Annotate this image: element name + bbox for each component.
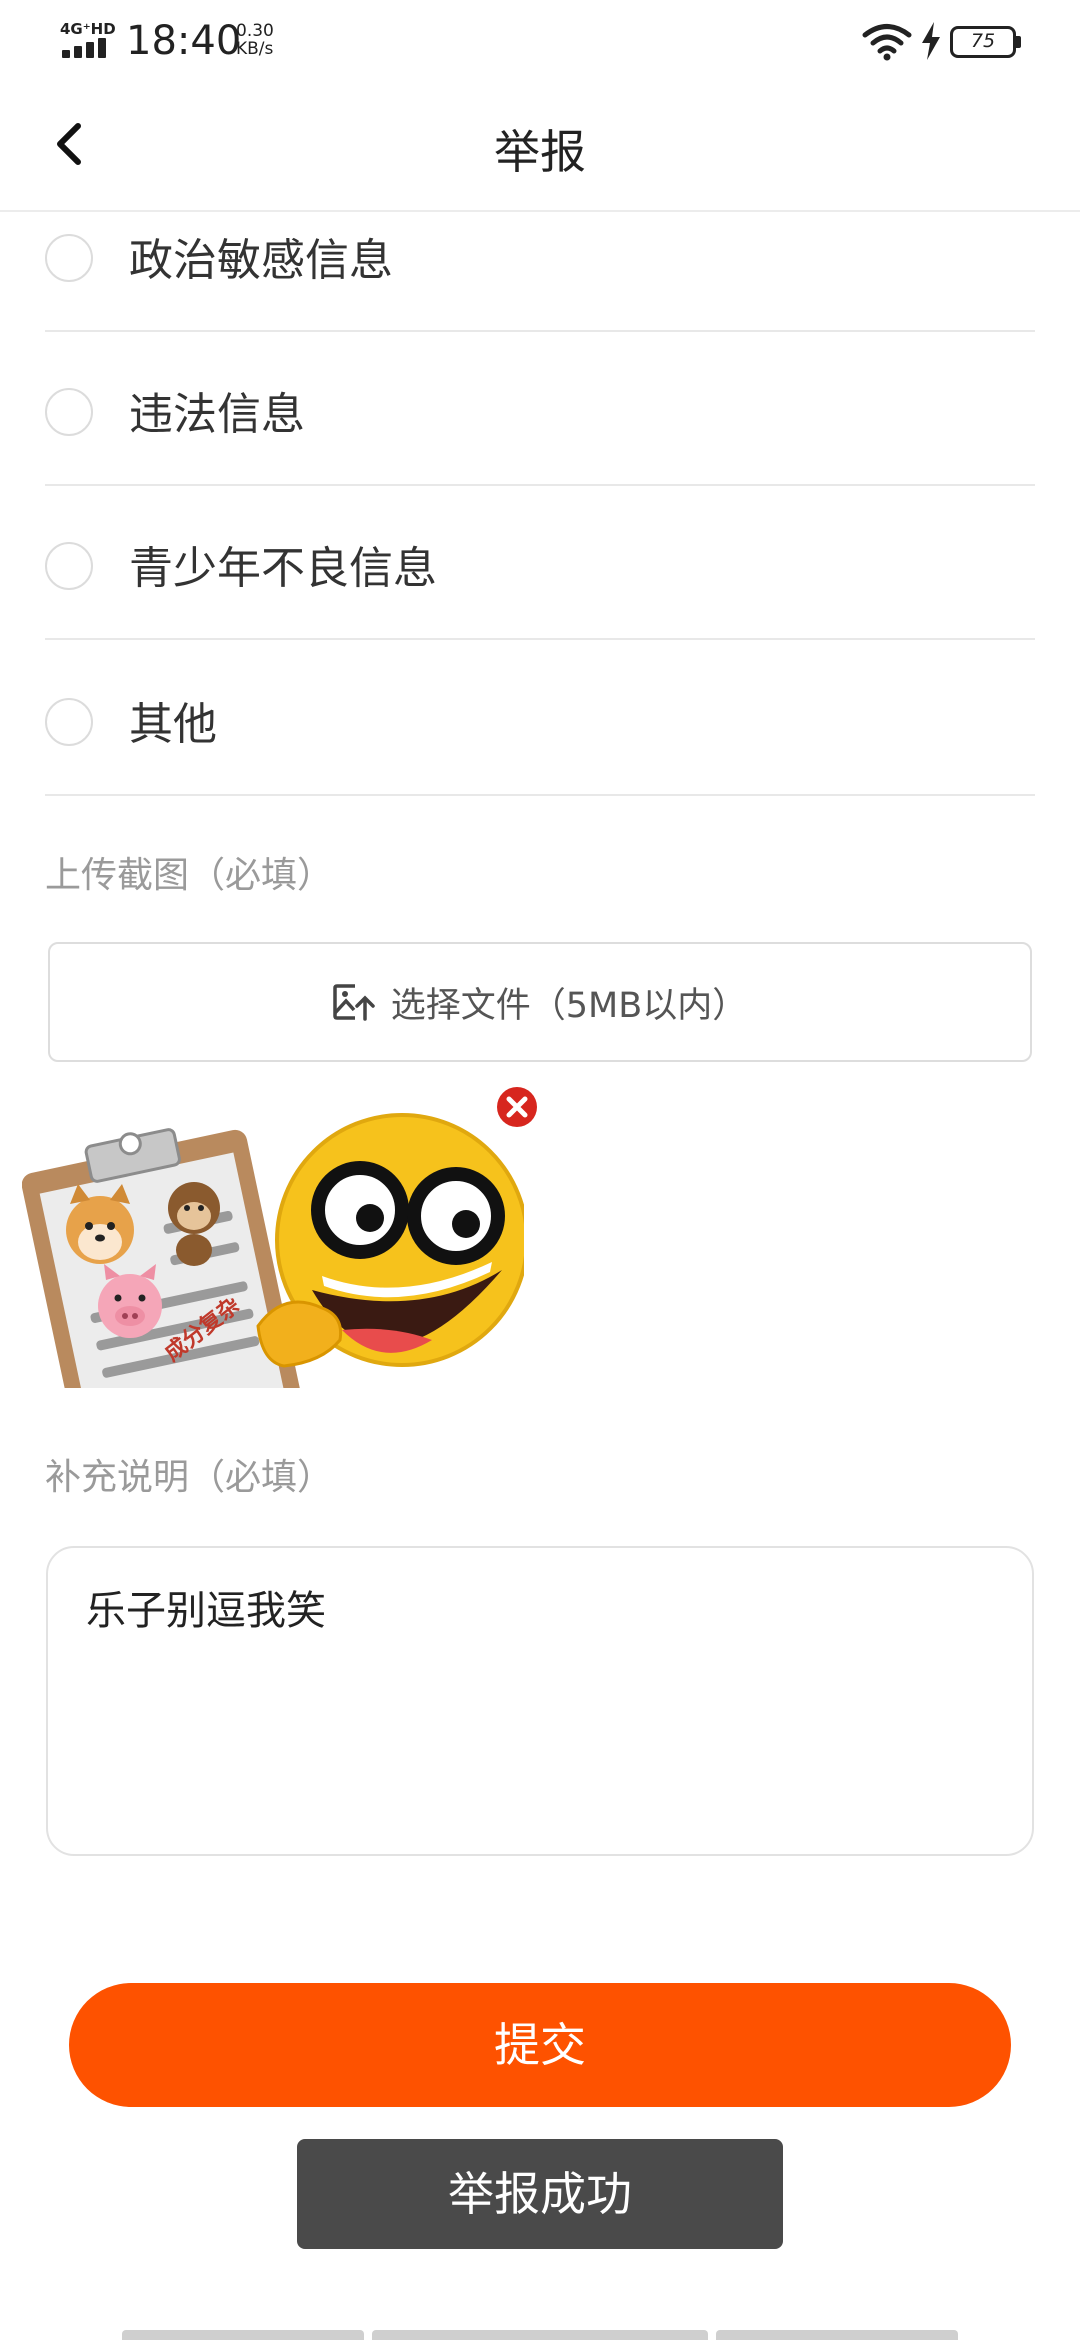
status-bar: 4G⁺HD 18:40 0.30 KB/s 75 — [0, 0, 1080, 84]
uploaded-image-thumbnail[interactable]: 成分复杂 — [22, 1100, 524, 1388]
description-value: 乐子别逗我笑 — [86, 1588, 326, 1634]
nav-bar-segment — [372, 2330, 708, 2340]
image-upload-icon — [333, 984, 375, 1021]
option-other[interactable]: 其他 — [45, 642, 1035, 796]
option-minor-harm[interactable]: 青少年不良信息 — [45, 486, 1035, 640]
nav-bar-segment — [122, 2330, 364, 2340]
option-illegal[interactable]: 违法信息 — [45, 332, 1035, 486]
radio-button[interactable] — [45, 542, 93, 590]
battery-icon: 75 — [950, 26, 1022, 58]
wifi-icon — [862, 24, 912, 61]
clipboard-emoji-image: 成分复杂 — [22, 1113, 524, 1388]
option-label: 政治敏感信息 — [129, 235, 393, 286]
radio-button[interactable] — [45, 388, 93, 436]
close-icon[interactable] — [496, 1086, 538, 1128]
page-title: 举报 — [494, 125, 586, 179]
upload-section-label: 上传截图（必填） — [45, 855, 334, 896]
description-section-label: 补充说明（必填） — [45, 1457, 334, 1498]
battery-level: 75 — [950, 26, 1016, 58]
option-label: 违法信息 — [129, 389, 305, 440]
submit-button[interactable]: 提交 — [69, 1983, 1011, 2107]
nav-bar-segment — [716, 2330, 958, 2340]
choose-file-button[interactable]: 选择文件（5MB以内） — [48, 942, 1032, 1062]
charging-icon — [922, 22, 940, 60]
network-type: 4G⁺HD — [60, 20, 116, 38]
option-label: 青少年不良信息 — [129, 543, 437, 594]
clock: 18:40 — [126, 18, 242, 64]
network-speed: 0.30 KB/s — [236, 22, 274, 58]
description-textarea[interactable]: 乐子别逗我笑 — [46, 1546, 1034, 1856]
network-speed-unit: KB/s — [236, 39, 274, 59]
option-label: 其他 — [129, 699, 217, 750]
network-speed-value: 0.30 — [236, 21, 274, 41]
radio-button[interactable] — [45, 698, 93, 746]
radio-button[interactable] — [45, 234, 93, 282]
success-toast: 举报成功 — [297, 2139, 783, 2249]
option-political[interactable]: 政治敏感信息 — [45, 178, 1035, 332]
choose-file-label: 选择文件（5MB以内） — [390, 985, 748, 1026]
signal-icon — [62, 38, 110, 58]
